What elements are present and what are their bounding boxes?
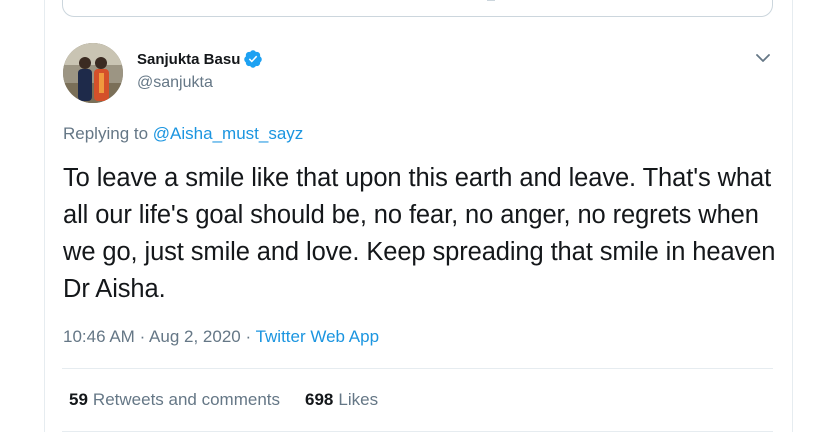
retweets-stat[interactable]: 59 Retweets and comments [69, 390, 280, 410]
retweets-label: Retweets and comments [92, 390, 281, 409]
replying-to-line: Replying to @Aisha_must_sayz [63, 124, 303, 144]
column-border-left [44, 0, 45, 432]
likes-count: 698 [305, 390, 334, 409]
author-handle[interactable]: @sanjukta [137, 74, 213, 92]
chevron-down-icon[interactable] [753, 48, 773, 68]
tweet-date[interactable]: Aug 2, 2020 [149, 327, 241, 346]
meta-separator: · [139, 327, 146, 346]
retweets-count: 59 [69, 390, 88, 409]
verified-badge-icon [243, 49, 263, 69]
likes-stat[interactable]: 698 Likes [305, 390, 378, 410]
avatar[interactable] [63, 43, 123, 103]
avatar-photo [63, 43, 123, 103]
tweet-source-link[interactable]: Twitter Web App [256, 327, 379, 346]
author-display-name[interactable]: Sanjukta Basu [137, 51, 240, 68]
column-border-right [792, 0, 793, 432]
tweet-time[interactable]: 10:46 AM [63, 327, 135, 346]
quoted-tweet-card[interactable] [62, 0, 773, 17]
tweet-stats: 59 Retweets and comments 698 Likes [69, 390, 403, 410]
likes-label: Likes [338, 390, 379, 409]
replying-to-prefix: Replying to [63, 124, 149, 143]
author-name-row[interactable]: Sanjukta Basu [137, 49, 263, 69]
meta-separator: · [245, 327, 252, 346]
tweet-metadata: 10:46 AM · Aug 2, 2020 · Twitter Web App [63, 327, 379, 347]
replying-to-mention-link[interactable]: @Aisha_must_sayz [153, 124, 304, 143]
stats-divider-top [62, 368, 773, 369]
quoted-card-fragment [487, 0, 495, 1]
tweet-text: To leave a smile like that upon this ear… [63, 164, 776, 303]
